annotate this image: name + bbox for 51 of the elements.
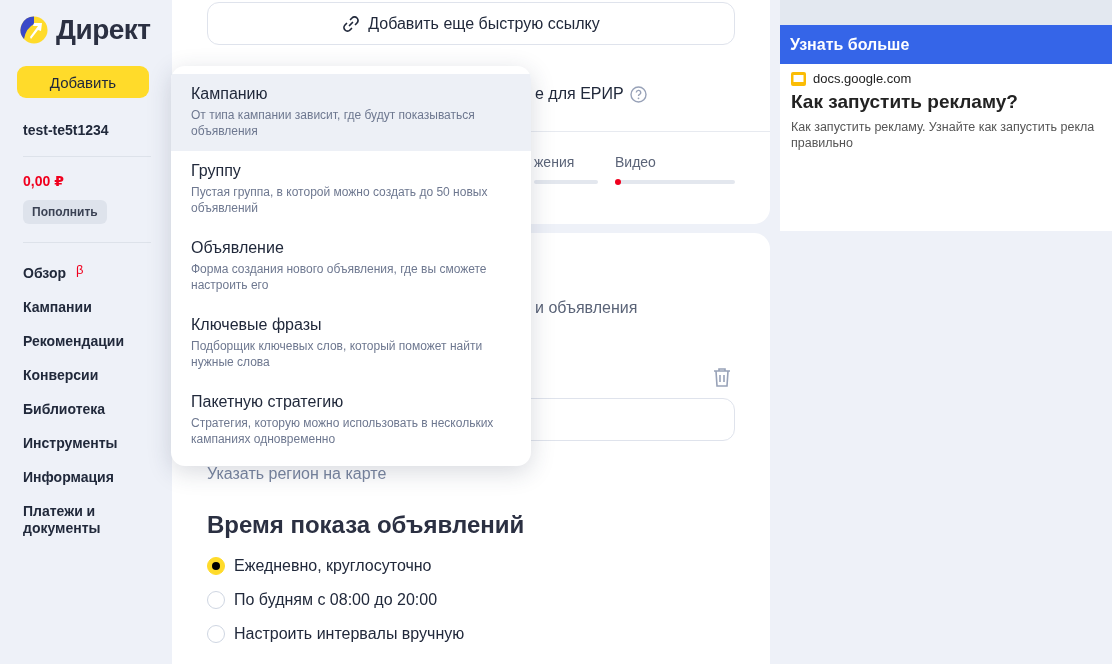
menu-item-title: Группу [191,162,242,180]
article-title[interactable]: Как запустить рекламу? [791,91,1112,113]
menu-item-description: Стратегия, которую можно использовать в нескольких кампаниях одновременно [191,415,495,447]
panel-header: Узнать больше [780,25,1112,64]
nav-link[interactable]: Библиотека [23,401,106,418]
region-map-link[interactable]: Указать регион на карте [207,465,735,483]
tab-label[interactable]: Видео [615,154,735,170]
radio-button[interactable] [207,557,225,575]
trash-icon[interactable] [713,367,731,387]
menu-item-description: Пустая группа, в которой можно создать до 50 новых объявлений [191,184,489,216]
radio-label[interactable]: Настроить интервалы вручную [234,625,465,643]
radio-button[interactable] [207,591,225,609]
add-button[interactable]: Добавить [17,66,149,98]
menu-item-description: Подборщик ключевых слов, который поможет найти нужные слова [191,338,484,370]
nav-link[interactable]: Обзор [23,265,67,282]
menu-item-description: Форма создания нового объявления, где вы сможете настроить его [191,261,488,293]
document-icon [791,71,806,86]
nav-link[interactable]: Рекомендации [23,333,125,350]
erir-label: е для ЕРИР [535,85,624,103]
radio-label[interactable]: Ежедневно, круглосуточно [234,557,432,575]
tab-label[interactable]: жения [534,154,598,170]
logo-text: Директ [56,14,151,46]
account-name: test-te5t1234 [23,122,110,138]
beta-label: β [76,261,84,278]
menu-item[interactable]: Ключевые фразы Подборщик ключевых слов, который поможет найти нужные слова [171,305,531,382]
menu-item-title: Пакетную стратегию [191,393,345,411]
source-domain[interactable]: docs.google.com [813,71,912,86]
help-icon[interactable] [629,85,647,103]
menu-item[interactable]: Пакетную стратегию Стратегия, которую можно использовать в нескольких кампаниях одновременно [171,382,531,459]
add-quick-link-button[interactable]: Добавить еще быструю ссылку [207,2,735,45]
menu-item-description: От типа кампании зависит, где будут показываться объявления [191,107,476,139]
nav-link[interactable]: Информация [23,469,114,486]
menu-item[interactable]: Группу Пустая группа, в которой можно создать до 50 новых объявлений [171,151,531,228]
link-icon [342,14,361,33]
nav-link[interactable]: Платежи и документы [23,503,151,537]
menu-item-title: Объявление [191,239,285,257]
menu-item[interactable]: Кампанию От типа кампании зависит, где будут показываться объявления [171,74,531,151]
menu-item-title: Ключевые фразы [191,316,323,334]
nav-link[interactable]: Инструменты [23,435,118,452]
section-label: и объявления [534,299,639,317]
balance: 0,00 ₽ [23,173,65,189]
nav-link[interactable]: Конверсии [23,367,99,384]
menu-item-title: Кампанию [191,85,269,103]
nav-link[interactable]: Кампании [23,299,92,316]
radio-label[interactable]: По будням с 08:00 до 20:00 [234,591,438,609]
article-description: Как запустить рекламу. Узнайте как запустить рекла правильно [791,119,1096,151]
topup-button[interactable]: Пополнить [23,200,107,224]
menu-item[interactable]: Объявление Форма создания нового объявления, где вы сможете настроить его [171,228,531,305]
radio-button[interactable] [207,625,225,643]
logo-icon [20,16,48,44]
schedule-heading: Время показа объявлений [207,511,526,539]
